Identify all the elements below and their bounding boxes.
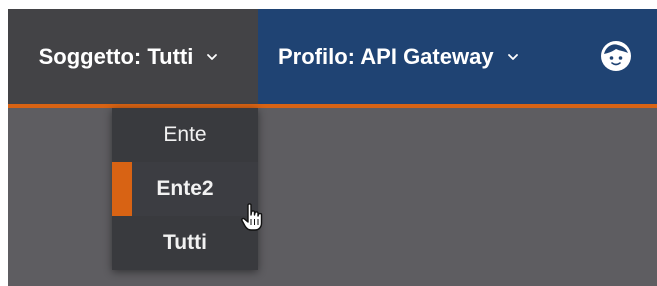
dropdown-item-tutti[interactable]: Tutti [112, 216, 258, 270]
dropdown-item-ente[interactable]: Ente [112, 108, 258, 162]
dropdown-item-ente2[interactable]: Ente2 [112, 162, 258, 216]
dropdown-item-label: Ente2 [156, 177, 214, 200]
profile-selector-label: Profilo: API Gateway [278, 43, 494, 69]
user-face-icon[interactable] [599, 39, 633, 73]
header-accent-line [8, 104, 657, 108]
dropdown-item-label: Ente [163, 123, 207, 146]
subject-selector-label: Soggetto: Tutti [38, 43, 194, 69]
subject-dropdown-menu: Ente Ente2 Tutti [112, 108, 258, 270]
chevron-down-icon [507, 53, 518, 60]
chevron-down-icon [207, 53, 218, 60]
dropdown-item-label: Tutti [163, 231, 207, 254]
selected-marker [112, 162, 132, 216]
profile-selector[interactable]: Profilo: API Gateway [278, 44, 520, 70]
app-frame: Soggetto: Tutti Profilo: API Gateway Ent… [8, 9, 657, 286]
top-bar: Soggetto: Tutti Profilo: API Gateway [8, 9, 657, 104]
profile-bar: Profilo: API Gateway [258, 9, 657, 104]
subject-selector[interactable]: Soggetto: Tutti [8, 9, 258, 104]
hand-pointer-icon [241, 203, 263, 231]
